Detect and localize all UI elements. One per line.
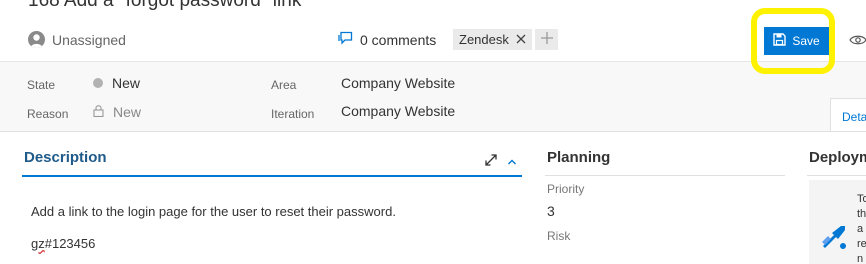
iteration-field[interactable]: Company Website — [341, 103, 455, 119]
planning-divider — [545, 175, 785, 176]
deployment-text-line: th — [857, 208, 866, 220]
work-item-header: 168 Add a "forgot password" link Unassig… — [0, 0, 866, 74]
save-button[interactable]: Save — [764, 27, 829, 55]
reason-value: New — [113, 104, 142, 120]
state-label: State — [27, 78, 56, 92]
deployment-divider — [807, 175, 866, 176]
deployment-panel: To th a re n — [809, 180, 866, 264]
priority-label: Priority — [547, 182, 585, 196]
reason-label: Reason — [27, 107, 69, 121]
description-underline — [22, 175, 522, 177]
tag-zendesk: Zendesk — [453, 29, 532, 50]
risk-label: Risk — [547, 229, 571, 243]
deployment-text-line: a — [857, 223, 864, 235]
iteration-label: Iteration — [271, 107, 315, 121]
comments-count-label: 0 comments — [360, 31, 437, 48]
work-item-title[interactable]: 168 Add a "forgot password" link — [28, 0, 301, 12]
chevron-up-icon[interactable] — [507, 154, 517, 172]
save-icon — [773, 33, 787, 49]
description-heading: Description — [24, 149, 107, 166]
save-label: Save — [792, 34, 820, 48]
tab-details-label: Details — [842, 110, 866, 124]
reference-number: #123456 — [44, 236, 96, 251]
comments-link[interactable]: 0 comments — [338, 31, 436, 48]
priority-value[interactable]: 3 — [547, 203, 555, 219]
plus-icon — [540, 31, 553, 49]
tag-label: Zendesk — [459, 32, 509, 47]
area-label: Area — [271, 78, 297, 92]
work-item-body: Description Add a link to the login page… — [0, 131, 866, 264]
close-icon[interactable] — [516, 32, 526, 47]
area-field[interactable]: Company Website — [341, 75, 455, 91]
eye-icon[interactable] — [849, 33, 866, 51]
planning-heading: Planning — [547, 149, 611, 166]
reason-field: New — [93, 104, 141, 120]
area-value: Company Website — [341, 75, 456, 91]
state-value: New — [112, 75, 141, 91]
lock-icon — [93, 104, 104, 120]
spelling-error-text: gz — [31, 236, 45, 251]
person-icon — [28, 31, 45, 48]
state-field[interactable]: New — [93, 75, 140, 91]
state-dot-icon — [93, 78, 103, 88]
deployment-heading: Deployment — [809, 149, 866, 166]
description-reference[interactable]: gz#123456 — [31, 236, 95, 251]
deployment-text-line: n — [857, 253, 864, 264]
assigned-to-control[interactable]: Unassigned — [28, 31, 126, 48]
add-tag-button[interactable] — [535, 29, 558, 50]
iteration-value: Company Website — [341, 103, 456, 119]
deployment-text: To th a re n — [857, 192, 866, 264]
work-item-fields: State New Reason New Area Company Websit… — [0, 62, 866, 132]
comment-icon — [338, 31, 354, 48]
tab-details[interactable]: Details — [830, 98, 866, 132]
description-text[interactable]: Add a link to the login page for the use… — [31, 204, 396, 219]
azure-deploy-icon — [819, 222, 849, 257]
deployment-text-line: re — [857, 238, 866, 250]
deployment-text-line: To — [857, 193, 866, 205]
expand-icon[interactable] — [484, 153, 498, 172]
assignee-label: Unassigned — [52, 31, 126, 48]
